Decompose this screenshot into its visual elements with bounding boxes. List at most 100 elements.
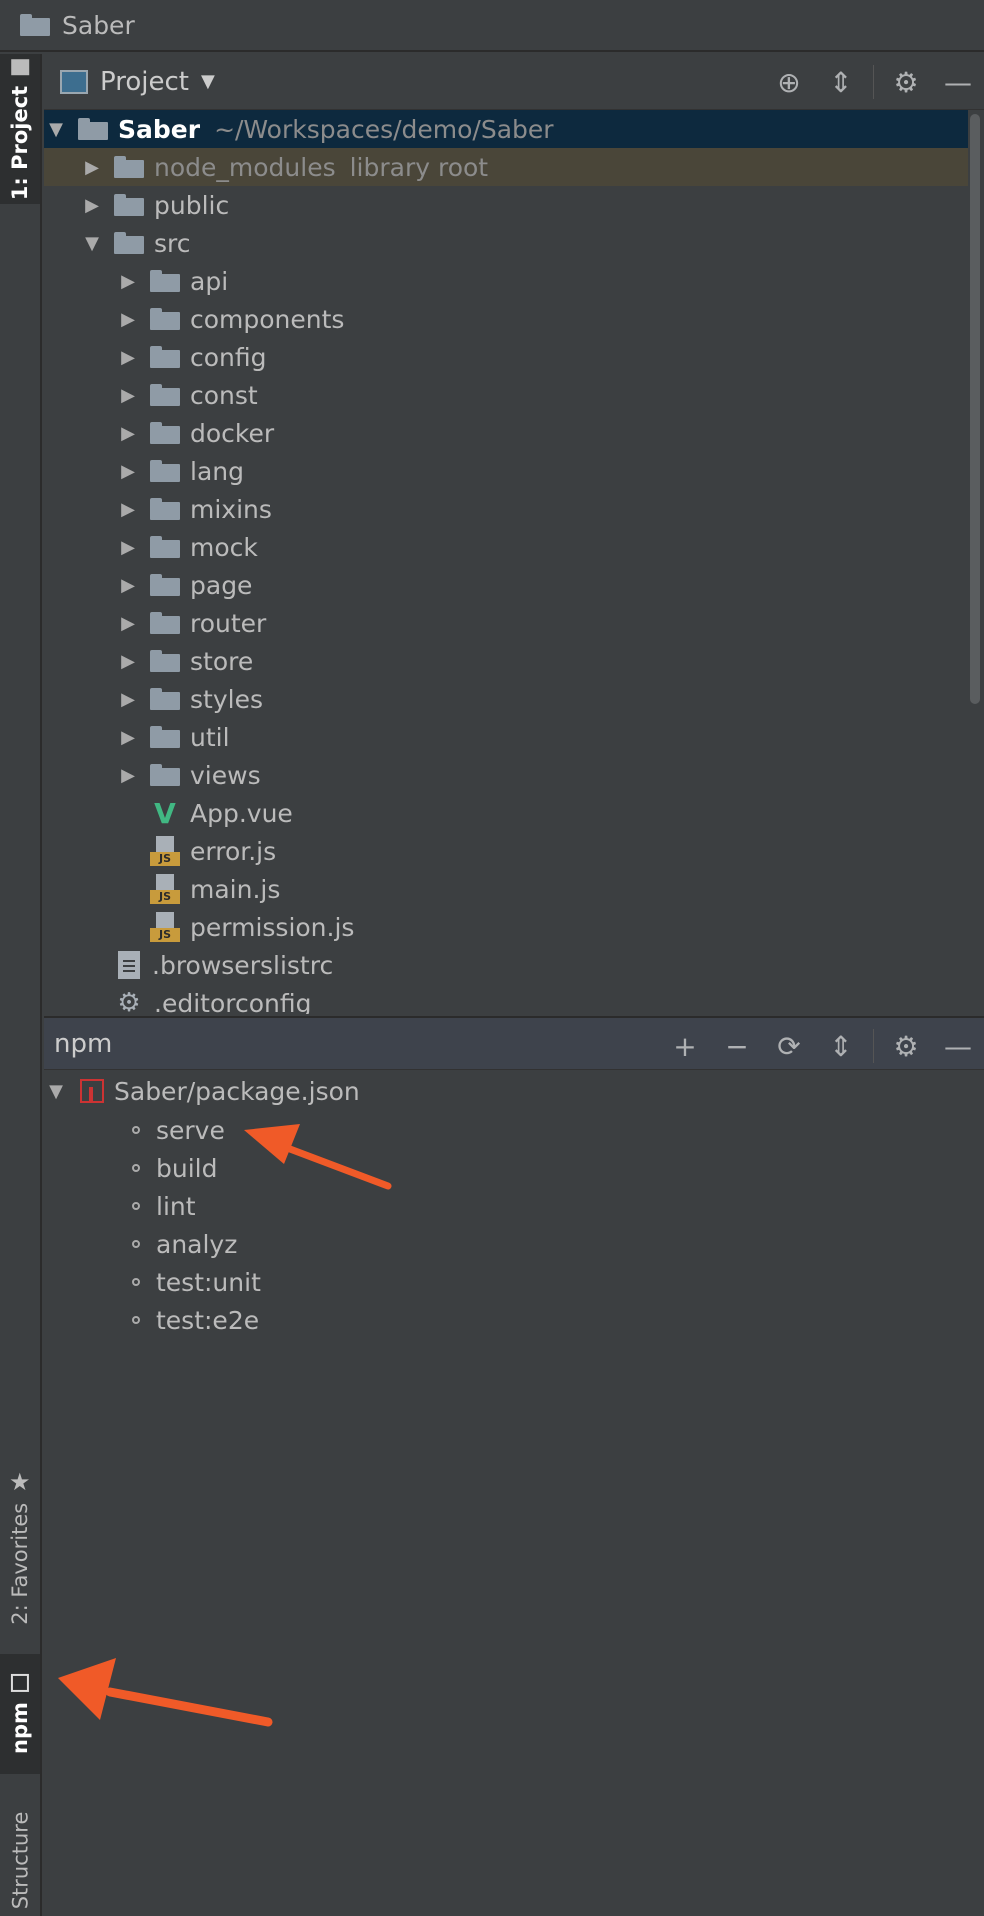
npm-script-item[interactable]: test:unit	[44, 1263, 968, 1301]
tree-node-public[interactable]: ▶ public	[44, 186, 968, 224]
collapsed-arrow-icon[interactable]: ▶	[118, 765, 138, 786]
tree-node-folder[interactable]: ▶ store	[44, 642, 968, 680]
project-scrollbar[interactable]	[966, 110, 984, 1014]
tree-node-folder[interactable]: ▶ router	[44, 604, 968, 642]
collapsed-arrow-icon[interactable]: ▶	[118, 423, 138, 444]
tree-node-label: lang	[190, 456, 244, 486]
gear-icon[interactable]: ⚙	[880, 54, 932, 110]
npm-script-item[interactable]: build	[44, 1149, 968, 1187]
tree-node-file[interactable]: JS error.js	[44, 832, 968, 870]
tree-node-folder[interactable]: ▶ page	[44, 566, 968, 604]
tab-favorites[interactable]: 2: Favorites ★	[0, 1458, 40, 1638]
tree-node-file[interactable]: V App.vue	[44, 794, 968, 832]
hide-icon[interactable]: —	[932, 1018, 984, 1074]
tree-node-folder[interactable]: ▶ api	[44, 262, 968, 300]
tree-node-file[interactable]: JS main.js	[44, 870, 968, 908]
collapse-all-icon[interactable]: ⇕	[815, 1018, 867, 1074]
npm-icon	[11, 1674, 29, 1693]
remove-icon[interactable]: −	[711, 1018, 763, 1074]
tool-window-strip: 1: Project 2: Favorites ★ npm 7: Structu…	[0, 54, 42, 1916]
npm-script-label: test:unit	[156, 1267, 261, 1297]
tree-node-folder[interactable]: ▶ mock	[44, 528, 968, 566]
folder-icon	[150, 650, 180, 672]
library-root-note: library root	[349, 152, 489, 182]
expanded-arrow-icon[interactable]: ▼	[46, 1081, 66, 1102]
tree-node-label: .editorconfig	[154, 988, 312, 1015]
folder-icon	[150, 574, 180, 596]
bullet-icon	[132, 1278, 140, 1286]
npm-script-label: test:e2e	[156, 1305, 260, 1335]
folder-icon	[150, 384, 180, 406]
collapsed-arrow-icon[interactable]: ▶	[82, 195, 102, 216]
project-view-icon	[60, 69, 88, 94]
text-file-icon	[118, 951, 140, 979]
npm-script-label: serve	[156, 1115, 225, 1145]
tree-node-label: public	[154, 190, 230, 220]
tree-node-file[interactable]: JS permission.js	[44, 908, 968, 946]
expanded-arrow-icon[interactable]: ▼	[46, 119, 66, 140]
collapsed-arrow-icon[interactable]: ▶	[118, 575, 138, 596]
tab-project[interactable]: 1: Project	[0, 54, 40, 204]
folder-icon	[150, 460, 180, 482]
collapsed-arrow-icon[interactable]: ▶	[82, 157, 102, 178]
tree-node-label: styles	[190, 684, 263, 714]
collapsed-arrow-icon[interactable]: ▶	[118, 689, 138, 710]
tab-npm-label: npm	[8, 1702, 32, 1754]
folder-icon	[150, 536, 180, 558]
tree-node-folder[interactable]: ▶ components	[44, 300, 968, 338]
bullet-icon	[132, 1164, 140, 1172]
tree-node-folder[interactable]: ▶ docker	[44, 414, 968, 452]
tab-structure[interactable]: 7: Structure	[0, 1794, 40, 1916]
npm-script-label: build	[156, 1153, 218, 1183]
add-icon[interactable]: +	[659, 1018, 711, 1074]
collapse-all-icon[interactable]: ⇕	[815, 54, 867, 110]
npm-script-item[interactable]: test:e2e	[44, 1301, 968, 1339]
js-file-icon: JS	[150, 912, 180, 942]
collapsed-arrow-icon[interactable]: ▶	[118, 537, 138, 558]
npm-package-node[interactable]: ▼ Saber/package.json	[44, 1071, 968, 1111]
window-titlebar: Saber	[0, 0, 984, 52]
tree-node-folder[interactable]: ▶ styles	[44, 680, 968, 718]
npm-script-item[interactable]: serve	[44, 1111, 968, 1149]
tree-node-label: App.vue	[190, 798, 293, 828]
hide-icon[interactable]: —	[932, 54, 984, 110]
tree-node-label: mixins	[190, 494, 272, 524]
tab-npm[interactable]: npm	[0, 1654, 40, 1774]
tree-node-file[interactable]: ⚙ .editorconfig	[44, 984, 968, 1014]
locate-icon[interactable]: ⊕	[763, 54, 815, 110]
tree-node-folder[interactable]: ▶ const	[44, 376, 968, 414]
tree-node-file[interactable]: .browserslistrc	[44, 946, 968, 984]
collapsed-arrow-icon[interactable]: ▶	[118, 651, 138, 672]
collapsed-arrow-icon[interactable]: ▶	[118, 461, 138, 482]
tab-favorites-label: 2: Favorites	[8, 1502, 32, 1625]
tree-node-label: Saber	[118, 114, 201, 144]
npm-script-item[interactable]: lint	[44, 1187, 968, 1225]
tree-node-node-modules[interactable]: ▶ node_modules library root	[44, 148, 968, 186]
tree-node-label: main.js	[190, 874, 281, 904]
tree-node-label: node_modules	[154, 152, 336, 182]
collapsed-arrow-icon[interactable]: ▶	[118, 499, 138, 520]
tree-node-folder[interactable]: ▶ util	[44, 718, 968, 756]
collapsed-arrow-icon[interactable]: ▶	[118, 613, 138, 634]
gear-icon[interactable]: ⚙	[880, 1018, 932, 1074]
collapsed-arrow-icon[interactable]: ▶	[118, 727, 138, 748]
tree-node-folder[interactable]: ▶ lang	[44, 452, 968, 490]
project-view-selector[interactable]: Project ▼	[60, 67, 215, 97]
tree-node-src[interactable]: ▼ src	[44, 224, 968, 262]
expanded-arrow-icon[interactable]: ▼	[82, 233, 102, 254]
tree-node-folder[interactable]: ▶ config	[44, 338, 968, 376]
collapsed-arrow-icon[interactable]: ▶	[118, 347, 138, 368]
tree-node-folder[interactable]: ▶ views	[44, 756, 968, 794]
npm-panel-header: npm + − ⟳ ⇕ ⚙ —	[44, 1016, 984, 1070]
scrollbar-thumb[interactable]	[970, 114, 980, 704]
collapsed-arrow-icon[interactable]: ▶	[118, 385, 138, 406]
npm-tree: ▼ Saber/package.json serve build lint an…	[44, 1071, 984, 1916]
collapsed-arrow-icon[interactable]: ▶	[118, 309, 138, 330]
refresh-icon[interactable]: ⟳	[763, 1018, 815, 1074]
tree-node-folder[interactable]: ▶ mixins	[44, 490, 968, 528]
collapsed-arrow-icon[interactable]: ▶	[118, 271, 138, 292]
tree-node-label: docker	[190, 418, 275, 448]
npm-script-item[interactable]: analyz	[44, 1225, 968, 1263]
folder-icon	[150, 270, 180, 292]
tree-node-root[interactable]: ▼ Saber ~/Workspaces/demo/Saber	[44, 110, 968, 148]
